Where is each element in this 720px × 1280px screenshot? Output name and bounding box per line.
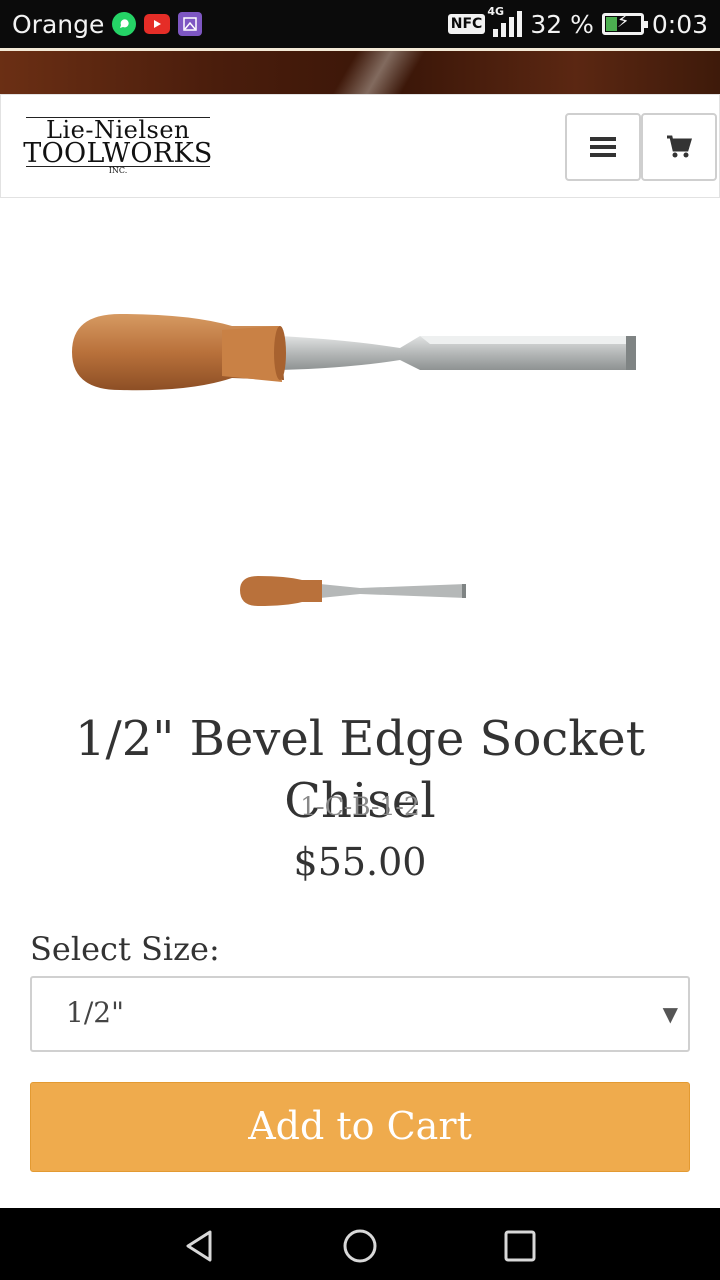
clock: 0:03 [651,9,708,39]
status-left: Orange [12,0,203,48]
gallery-icon [178,12,203,36]
signal-icon: 4G [487,5,523,37]
carrier-name: Orange [12,9,105,39]
shopping-cart-icon [667,135,692,158]
battery-percent: 32 % [530,9,594,39]
size-label: Select Size: [30,930,220,968]
dropdown-arrow-icon: ▼ [662,1002,678,1026]
nfc-icon: NFC [447,14,486,34]
product-sku: 1-C-B-1-2 [300,792,420,821]
battery-charging-icon: ⚡ [601,11,648,35]
network-type: 4G [487,5,505,18]
home-icon[interactable] [340,1226,380,1266]
size-selected-value: 1/2" [66,996,124,1029]
site-header: Lie-Nielsen TOOLWORKS INC. [0,94,720,198]
add-to-cart-button[interactable]: Add to Cart [30,1082,690,1172]
system-nav-bar [0,1208,720,1280]
recents-icon[interactable] [500,1226,540,1266]
back-icon[interactable] [180,1226,220,1266]
hamburger-icon [590,137,616,157]
header-banner-image [0,48,720,97]
product-main-image[interactable] [60,300,660,410]
menu-button[interactable] [565,113,641,181]
status-right: NFC 4G 32 % ⚡ 0:03 [447,0,708,48]
product-thumbnail[interactable] [236,568,472,612]
site-logo[interactable]: Lie-Nielsen TOOLWORKS INC. [23,117,213,177]
logo-line-2: TOOLWORKS [23,138,213,169]
size-select[interactable]: 1/2" ▼ [30,976,690,1052]
whatsapp-icon [112,12,137,36]
cart-button[interactable] [641,113,717,181]
product-price: $55.00 [293,840,427,884]
youtube-icon [144,14,171,34]
status-bar: Orange NFC 4G 32 % ⚡ 0:03 [0,0,720,48]
